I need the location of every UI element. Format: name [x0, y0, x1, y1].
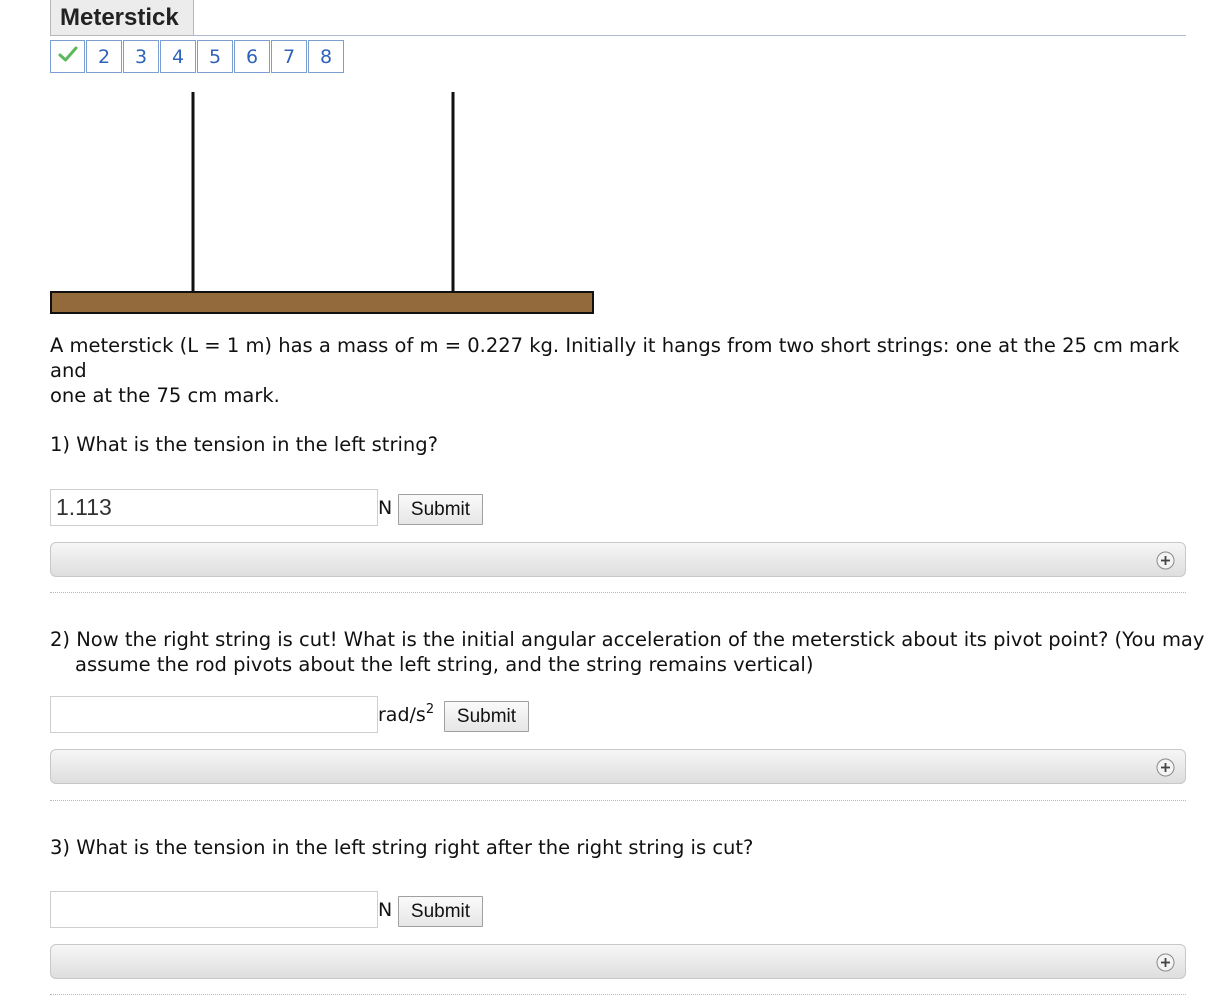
question-divider [50, 800, 1186, 801]
page-title: Meterstick [50, 0, 194, 36]
expand-plus-icon[interactable] [1156, 758, 1175, 777]
question-2-unit-base: rad/s [378, 704, 426, 726]
step-6[interactable]: 6 [234, 40, 270, 73]
question-1-answer-input[interactable]: 1.113 [50, 489, 378, 526]
step-4[interactable]: 4 [160, 40, 196, 73]
expand-plus-icon[interactable] [1156, 551, 1175, 570]
question-1-unit: N [378, 497, 393, 519]
meterstick-figure [50, 92, 594, 314]
step-7[interactable]: 7 [271, 40, 307, 73]
step-3[interactable]: 3 [123, 40, 159, 73]
step-8[interactable]: 8 [308, 40, 344, 73]
step-1-complete[interactable] [50, 40, 85, 73]
question-3-answer-input[interactable] [50, 891, 378, 928]
question-1-submit-button[interactable]: Submit [398, 494, 483, 525]
question-3-hint-bar[interactable] [50, 944, 1186, 979]
step-2[interactable]: 2 [86, 40, 122, 73]
question-1-hint-bar[interactable] [50, 542, 1186, 577]
step-navigation: 2 3 4 5 6 7 8 [50, 40, 345, 73]
question-3-submit-button[interactable]: Submit [398, 896, 483, 927]
question-2-hint-bar[interactable] [50, 749, 1186, 784]
problem-line-1: A meterstick (L = 1 m) has a mass of m =… [50, 334, 1180, 382]
expand-plus-icon[interactable] [1156, 953, 1175, 972]
step-5[interactable]: 5 [197, 40, 233, 73]
problem-statement: A meterstick (L = 1 m) has a mass of m =… [50, 333, 1186, 408]
title-rule [194, 35, 1186, 36]
question-1-text: 1) What is the tension in the left strin… [50, 433, 438, 456]
question-2-submit-button[interactable]: Submit [444, 701, 529, 732]
question-2-answer-input[interactable] [50, 696, 378, 733]
question-2-unit-exponent: 2 [425, 702, 435, 717]
checkmark-icon [57, 44, 79, 69]
question-3-unit: N [378, 899, 393, 921]
question-2-text: 2) Now the right string is cut! What is … [50, 628, 1205, 676]
meterstick-bar [50, 291, 594, 314]
problem-line-2: one at the 75 cm mark. [50, 384, 280, 407]
question-2-unit: rad/s2 [378, 702, 435, 726]
question-3-text: 3) What is the tension in the left strin… [50, 836, 754, 859]
question-divider [50, 592, 1186, 593]
question-divider [50, 994, 1186, 995]
